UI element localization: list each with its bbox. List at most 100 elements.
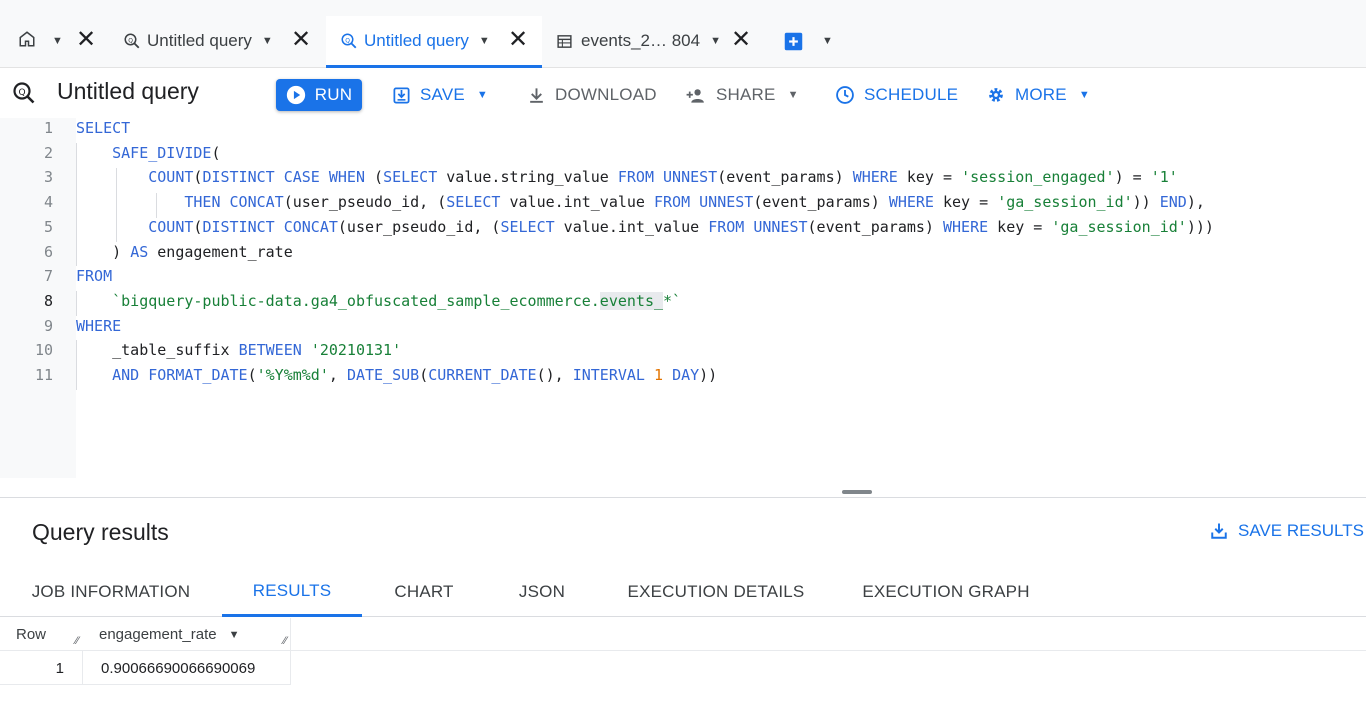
save-results-label: SAVE RESULTS — [1238, 521, 1364, 540]
tab-label: Untitled query — [364, 30, 469, 50]
home-tab[interactable]: ▼ ✕ — [18, 16, 98, 66]
code-line[interactable]: 11 AND FORMAT_DATE('%Y%m%d', DATE_SUB(CU… — [0, 366, 717, 390]
save-button[interactable]: SAVE ▼ — [392, 79, 488, 111]
save-results-button[interactable]: SAVE RESULTS — [1210, 521, 1364, 541]
column-resize-handle[interactable]: ⁄⁄ — [283, 635, 287, 647]
code-text: SAFE_DIVIDE( — [112, 143, 221, 162]
code-line[interactable]: 10 _table_suffix BETWEEN '20210131' — [0, 341, 401, 365]
query-results-panel: Query results SAVE RESULTS JOB INFORMATI… — [0, 499, 1366, 702]
results-title: Query results — [32, 519, 169, 545]
home-icon — [18, 30, 36, 53]
grid-divider — [290, 618, 291, 685]
share-dropdown-icon: ▼ — [787, 89, 799, 101]
tab-dropdown-icon[interactable]: ▼ — [479, 35, 490, 47]
tab-untitled-query-1[interactable]: Q Untitled query ▼ ✕ — [123, 16, 323, 66]
column-header-row: Row ⁄⁄ — [0, 618, 82, 651]
code-line[interactable]: 2 SAFE_DIVIDE( — [0, 143, 221, 168]
tab-label: events_2… 804 — [581, 31, 701, 50]
home-tab-close-icon[interactable]: ✕ — [76, 28, 96, 52]
code-text: AND FORMAT_DATE('%Y%m%d', DATE_SUB(CURRE… — [112, 366, 718, 384]
save-label: SAVE — [420, 85, 465, 104]
line-number: 2 — [43, 143, 53, 162]
share-label: SHARE — [716, 85, 776, 104]
svg-text:Q: Q — [128, 38, 133, 45]
schedule-label: SCHEDULE — [864, 85, 959, 104]
code-line[interactable]: 6 ) AS engagement_rate — [0, 242, 293, 267]
query-toolbar: Q Untitled query RUN SAVE ▼ DOWNLOAD SHA… — [0, 68, 1366, 118]
new-tab-button[interactable]: ▼ — [783, 16, 843, 66]
download-icon — [527, 86, 546, 105]
tab-label: Untitled query — [147, 31, 252, 50]
tab-events-table[interactable]: events_2… 804 ▼ ✕ — [556, 16, 756, 66]
tab-job-information[interactable]: JOB INFORMATION — [18, 567, 204, 617]
svg-text:Q: Q — [19, 88, 26, 98]
run-label: RUN — [314, 85, 353, 104]
code-line[interactable]: 4 THEN CONCAT(user_pseudo_id, (SELECT va… — [0, 193, 1205, 217]
code-line[interactable]: 7 FROM — [0, 267, 112, 291]
tab-close-icon[interactable]: ✕ — [291, 28, 311, 52]
code-text: THEN CONCAT(user_pseudo_id, (SELECT valu… — [184, 193, 1205, 212]
query-icon: Q — [123, 32, 141, 50]
line-number: 3 — [43, 168, 53, 187]
tab-close-icon[interactable]: ✕ — [508, 28, 528, 52]
code-text: _table_suffix BETWEEN '20210131' — [76, 341, 402, 360]
code-line[interactable]: 8 `bigquery-public-data.ga4_obfuscated_s… — [0, 291, 681, 316]
tab-execution-details[interactable]: EXECUTION DETAILS — [613, 567, 819, 617]
column-header-engagement-rate[interactable]: engagement_rate ▼ ⁄⁄ — [82, 618, 290, 651]
more-dropdown-icon: ▼ — [1078, 89, 1090, 101]
tab-close-icon[interactable]: ✕ — [731, 28, 751, 52]
save-icon — [392, 86, 411, 105]
new-tab-dropdown-icon[interactable]: ▼ — [822, 35, 833, 47]
code-line[interactable]: 1 SELECT — [0, 119, 130, 143]
code-line[interactable]: 5 COUNT(DISTINCT CONCAT(user_pseudo_id, … — [0, 218, 1214, 242]
tab-chart[interactable]: CHART — [375, 567, 473, 617]
sort-dropdown-icon[interactable]: ▼ — [229, 629, 240, 641]
download-button[interactable]: DOWNLOAD — [527, 79, 657, 111]
line-number: 10 — [34, 341, 53, 360]
add-query-icon — [783, 31, 804, 52]
tab-dropdown-icon[interactable]: ▼ — [262, 35, 273, 47]
tab-dropdown-icon[interactable]: ▼ — [710, 35, 721, 47]
save-results-icon — [1210, 522, 1228, 540]
download-label: DOWNLOAD — [555, 85, 657, 104]
column-resize-handle[interactable]: ⁄⁄ — [75, 635, 79, 647]
code-line[interactable]: 3 COUNT(DISTINCT CASE WHEN (SELECT value… — [0, 168, 1178, 192]
code-text: SELECT — [76, 119, 131, 137]
share-button[interactable]: SHARE ▼ — [685, 79, 799, 111]
save-dropdown-icon: ▼ — [476, 89, 488, 101]
schedule-button[interactable]: SCHEDULE — [835, 79, 958, 111]
editor-divider — [0, 497, 1366, 498]
code-line[interactable]: 9 WHERE — [0, 316, 121, 341]
grid-divider — [82, 651, 83, 685]
line-number: 8 — [43, 291, 53, 310]
tab-untitled-query-2[interactable]: Q Untitled query ▼ ✕ — [326, 16, 542, 68]
code-text: FROM — [76, 267, 113, 286]
clock-icon — [835, 85, 855, 105]
column-header-label: engagement_rate — [99, 626, 217, 643]
table-icon — [556, 33, 573, 50]
tab-results[interactable]: RESULTS — [222, 567, 362, 617]
line-number: 1 — [43, 119, 53, 137]
line-number: 7 — [43, 267, 53, 286]
line-number: 9 — [43, 316, 53, 335]
code-text: COUNT(DISTINCT CASE WHEN (SELECT value.s… — [148, 168, 1178, 187]
home-tab-dropdown-icon[interactable]: ▼ — [52, 35, 63, 47]
query-icon: Q — [12, 81, 36, 110]
column-header-label: Row — [16, 626, 47, 643]
tab-execution-graph[interactable]: EXECUTION GRAPH — [848, 567, 1044, 617]
code-text: ) AS engagement_rate — [76, 242, 293, 261]
editor-resize-handle[interactable] — [842, 490, 872, 494]
run-button[interactable]: RUN — [276, 79, 362, 111]
sql-editor[interactable]: 1 SELECT 2 SAFE_DIVIDE(3 COUNT(DISTINCT CA… — [0, 118, 1366, 498]
code-text: `bigquery-public-data.ga4_obfuscated_sam… — [112, 291, 682, 310]
play-icon — [286, 85, 306, 105]
results-grid-header: Row ⁄⁄ engagement_rate ▼ ⁄⁄ — [0, 618, 1366, 651]
query-tab-bar: ▼ ✕ Q Untitled query ▼ ✕ Q Untitled quer… — [0, 0, 1366, 68]
engagement-rate-cell[interactable]: 0.90066690066690069 — [82, 651, 290, 685]
line-number: 11 — [34, 366, 53, 384]
tab-json[interactable]: JSON — [500, 567, 584, 617]
code-text: WHERE — [76, 316, 122, 335]
results-tabs: JOB INFORMATION RESULTS CHART JSON EXECU… — [0, 567, 1366, 617]
more-button[interactable]: MORE ▼ — [986, 79, 1090, 111]
line-number: 6 — [43, 242, 53, 261]
